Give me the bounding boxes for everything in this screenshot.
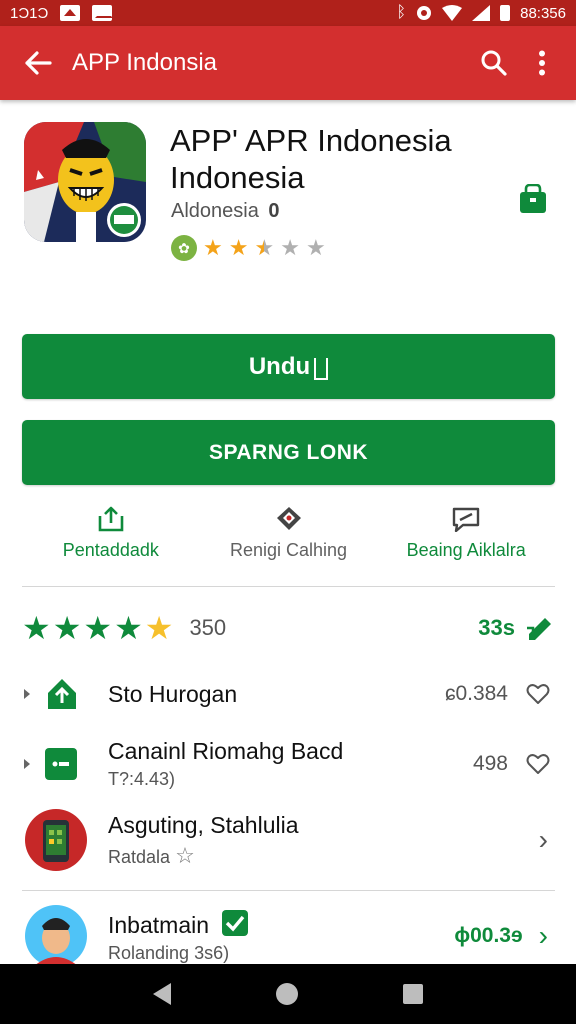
system-nav-bar <box>0 964 576 1024</box>
nav-recents-icon[interactable] <box>403 984 424 1004</box>
app-icon <box>24 122 146 242</box>
developer-name: Aldonesia <box>171 200 259 222</box>
app-title: APP' APR Indonesia Indonesia <box>170 123 452 195</box>
mail-notification-icon <box>92 5 114 21</box>
battery-icon <box>500 5 511 21</box>
list-item-subtitle: T?:4.43) <box>108 769 176 789</box>
app-bar: APP Indonsia <box>0 26 576 100</box>
star-icon: ★ <box>22 610 51 646</box>
nav-back-icon[interactable] <box>152 983 171 1005</box>
wifi-icon <box>442 5 463 21</box>
card-icon <box>45 748 77 780</box>
star-icon: ★ <box>114 610 143 646</box>
install-button-label: Undu <box>248 352 311 380</box>
divider <box>22 890 555 891</box>
edit-icon <box>527 618 551 640</box>
share-link-label: SPARNG LONK <box>208 440 369 464</box>
action-rating[interactable]: Renigi Calhing <box>200 506 378 578</box>
heart-icon[interactable] <box>526 752 550 776</box>
star-icon: ★ <box>228 235 249 260</box>
star-empty-icon: ★ <box>305 235 326 260</box>
star-outline-icon: ☆ <box>175 842 195 868</box>
pin-icon <box>24 689 30 699</box>
download-icon <box>314 357 329 380</box>
shopping-bag-icon <box>516 183 550 214</box>
list-item[interactable]: Sto Hurogan ɕ0.384 <box>0 664 576 724</box>
share-icon <box>98 506 124 532</box>
star-icon: ★ <box>203 235 223 260</box>
arrow-back-icon[interactable] <box>10 35 66 91</box>
star-icon: ★ <box>83 610 113 646</box>
list-item-price: ɸ00.3ɘ <box>454 924 523 947</box>
action-rating-label: Renigi Calhing <box>229 540 348 560</box>
divider <box>22 586 555 587</box>
diamond-pin-icon <box>276 507 301 530</box>
pin-icon <box>24 759 30 769</box>
list-item-title: Inbatmain <box>108 909 249 939</box>
rating-row: ✿ ★ ★ ★ ★ ★ <box>171 235 326 261</box>
action-chat[interactable]: Beaing Aiklalra <box>377 506 555 578</box>
chevron-right-icon[interactable]: › <box>539 920 548 952</box>
list-item-price: ɕ0.384 <box>444 682 508 705</box>
rating-summary-value: 33s <box>478 615 515 640</box>
app-bar-title: APP Indonsia <box>72 49 217 76</box>
star-icon: ★ <box>52 610 82 646</box>
star-icon: ★ <box>144 610 174 646</box>
rating-summary-right[interactable]: 33s <box>478 614 555 642</box>
chevron-right-icon[interactable]: › <box>539 824 548 856</box>
list-item[interactable]: Canainl Riomahg Bacd T?:4.43) 498 <box>0 734 576 794</box>
list-item-price: 498 <box>472 752 508 775</box>
rating-count: 350 <box>189 615 227 640</box>
rating-summary[interactable]: ★ ★ ★ ★ ★ 350 33s <box>22 608 555 648</box>
action-share-label: Pentaddadk <box>62 540 159 560</box>
avatar-icon <box>25 905 87 967</box>
developer-badge: 0 <box>268 200 280 222</box>
bluetooth-icon: ᛒ <box>396 4 407 21</box>
alarm-icon <box>417 6 432 20</box>
half-star-icon: ★ <box>254 235 275 260</box>
more-vert-icon[interactable] <box>518 39 566 87</box>
list-item-subtitle: Rolanding 3s6) <box>108 942 230 963</box>
actions-row: Pentaddadk Renigi Calhing Beaing Aiklalr… <box>22 506 555 578</box>
verified-check-icon <box>222 909 249 936</box>
action-chat-label: Beaing Aiklalra <box>406 540 526 560</box>
status-time: 88:356 <box>520 4 566 22</box>
list-item-title: Sto Hurogan <box>108 680 238 707</box>
install-button[interactable]: Undu <box>22 334 555 399</box>
heart-icon[interactable] <box>526 682 550 706</box>
status-carrier-text: 1Ɔ1Ɔ <box>10 4 49 22</box>
nav-home-icon[interactable] <box>275 983 298 1005</box>
signal-icon <box>472 5 491 21</box>
chat-bubble-icon <box>452 507 480 532</box>
action-share[interactable]: Pentaddadk <box>22 506 200 578</box>
list-item-title: Canainl Riomahg Bacd <box>108 738 344 764</box>
list-item[interactable]: Asguting, Stahlulia Ratdala ☆ › <box>0 806 576 874</box>
upload-icon <box>48 679 76 709</box>
status-bar: 1Ɔ1Ɔ ᛒ 88:356 <box>0 0 576 26</box>
share-link-button[interactable]: SPARNG LONK <box>22 420 555 485</box>
phone-app-icon <box>25 809 87 871</box>
list-item-title: Asguting, Stahlulia <box>108 811 299 838</box>
image-notification-icon <box>60 5 81 21</box>
search-icon[interactable] <box>470 39 518 87</box>
list-item[interactable]: Inbatmain Rolanding 3s6) ɸ00.3ɘ › <box>0 904 576 968</box>
app-developer[interactable]: Aldonesia 0 <box>171 200 280 223</box>
list-item-subtitle: Ratdala ☆ <box>108 842 195 868</box>
star-empty-icon: ★ <box>280 235 300 260</box>
rating-badge-icon: ✿ <box>171 235 197 261</box>
